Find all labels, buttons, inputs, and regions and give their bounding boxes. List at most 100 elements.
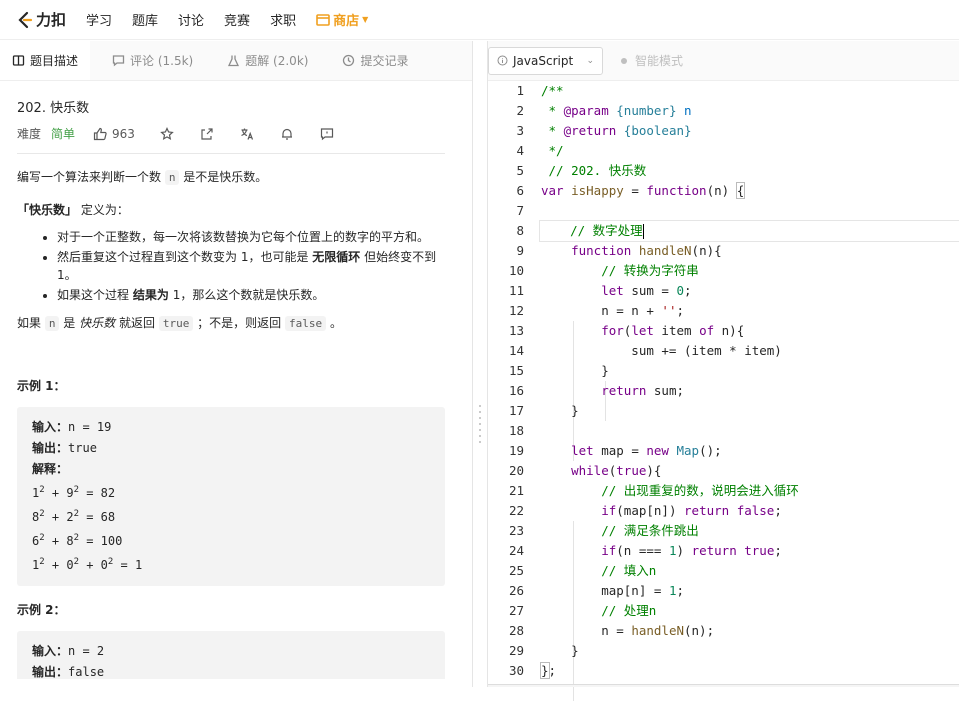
clock-icon xyxy=(343,54,355,67)
example-1-box: 输入：n = 19 输出：true 解释： 12 + 92 = 82 82 + … xyxy=(17,407,445,586)
chevron-down-icon: ▼ xyxy=(362,15,369,24)
example-output: 输出：false xyxy=(32,662,430,679)
language-label: JavaScript xyxy=(513,53,574,68)
inline-code: n xyxy=(164,170,180,185)
chevron-down-icon: ⌄ xyxy=(586,55,594,66)
nav-contest[interactable]: 竞赛 xyxy=(224,10,250,29)
leetcode-logo[interactable]: 力扣 xyxy=(16,9,68,30)
return-text: ；不是，则返回 xyxy=(197,316,282,330)
explanation-step: 12 + 92 = 82 xyxy=(32,485,116,500)
like-count: 963 xyxy=(112,126,135,141)
return-italic: 快乐数 xyxy=(79,316,116,330)
line-number: 21 xyxy=(508,483,524,498)
code-line: // 出现重复的数，说明会进入循环 xyxy=(601,483,799,498)
flask-icon xyxy=(228,55,240,67)
feedback-icon[interactable] xyxy=(320,127,334,141)
line-number: 9 xyxy=(516,243,524,258)
nav-learn[interactable]: 学习 xyxy=(86,10,112,29)
input-value: n = 2 xyxy=(68,644,105,658)
code-line: map[n] = 1; xyxy=(541,583,684,598)
code-line-current: // 数字处理 xyxy=(539,220,959,242)
nav-jobs[interactable]: 求职 xyxy=(270,10,296,29)
return-text: 就返回 xyxy=(118,316,155,330)
problem-panel: 题目描述 评论 (1.5k) 题解 (2.0k) 提交记录 202. 快乐数 难… xyxy=(0,41,473,687)
code-line: if(n === 1) return true; xyxy=(601,543,782,558)
share-icon[interactable] xyxy=(200,127,214,141)
difficulty-label: 难度 xyxy=(17,127,42,141)
nav-problems[interactable]: 题库 xyxy=(132,10,158,29)
tab-solutions-label: 题解 (2.0k) xyxy=(245,54,309,68)
tab-solutions[interactable]: 题解 (2.0k) xyxy=(215,41,320,80)
line-number: 7 xyxy=(516,203,524,218)
line-number: 24 xyxy=(508,543,524,558)
code-line: while(true){ xyxy=(571,463,662,478)
list-item: 如果这个过程 结果为 1，那么这个数就是快乐数。 xyxy=(57,286,445,304)
example-2-title: 示例 2： xyxy=(17,603,66,617)
intro-text: 编写一个算法来判断一个数 xyxy=(17,170,162,184)
rules-list: 对于一个正整数，每一次将该数替换为它每个位置上的数字的平方和。 然后重复这个过程… xyxy=(17,228,445,304)
example-output: 输出：true xyxy=(32,438,430,459)
inline-code: false xyxy=(285,316,327,331)
toggle-dot-icon xyxy=(621,57,627,64)
line-number: 23 xyxy=(508,523,524,538)
line-gutter: 1 2 3 4 5 6 7 8 9 10 11 12 13 14 15 16 17 18 19 20 21 22 23 24 2… xyxy=(488,81,528,681)
code-panel: JavaScript ⌄ 智能模式 1 2 3 4 5 6 7 8 9 10 11 12 13 14 15 1… xyxy=(487,41,959,701)
store-icon xyxy=(316,13,330,26)
line-number: 6 xyxy=(516,183,524,198)
bell-icon[interactable] xyxy=(280,127,294,141)
code-editor[interactable]: 1 2 3 4 5 6 7 8 9 10 11 12 13 14 15 16 17 18 19 20 21 22 23 24 2… xyxy=(488,81,959,701)
input-label: 输入： xyxy=(32,420,69,434)
info-icon xyxy=(497,55,508,66)
list-item: 对于一个正整数，每一次将该数替换为它每个位置上的数字的平方和。 xyxy=(57,228,445,246)
code-line: * @param {number} n xyxy=(541,103,692,118)
output-label: 输出： xyxy=(32,441,69,455)
like-button[interactable]: 963 xyxy=(93,127,135,141)
explanation-step: 12 + 02 + 02 = 1 xyxy=(32,557,143,572)
code-line: } xyxy=(541,403,579,418)
editor-toolbar: JavaScript ⌄ 智能模式 xyxy=(488,41,959,81)
tab-comments[interactable]: 评论 (1.5k) xyxy=(100,41,205,80)
definition-text: 定义为： xyxy=(80,203,129,217)
line-number: 16 xyxy=(508,383,524,398)
tab-description[interactable]: 题目描述 xyxy=(0,41,91,80)
line-number: 20 xyxy=(508,463,524,478)
translate-icon[interactable] xyxy=(240,127,254,141)
star-icon[interactable] xyxy=(160,126,174,141)
main-nav: 学习 题库 讨论 竞赛 求职 商店 ▼ xyxy=(86,10,368,29)
intro-text: 是不是快乐数。 xyxy=(183,170,268,184)
rule-text: 1，那么这个数就是快乐数。 xyxy=(172,288,325,302)
list-item: 然后重复这个过程直到这个数变为 1，也可能是 无限循环 但始终变不到 1。 xyxy=(57,248,445,284)
line-number: 29 xyxy=(508,643,524,658)
language-select[interactable]: JavaScript ⌄ xyxy=(488,46,603,75)
problem-meta: 难度 简单 963 xyxy=(17,125,445,154)
code-line: }; xyxy=(540,662,557,679)
smart-mode-toggle[interactable]: 智能模式 xyxy=(621,52,683,69)
line-number: 25 xyxy=(508,563,524,578)
panel-resize-handle[interactable] xyxy=(478,405,482,450)
explanation-step: 62 + 82 = 100 xyxy=(32,533,123,548)
line-number: 14 xyxy=(508,343,524,358)
code-content[interactable]: /** * @param {number} n * @return {boole… xyxy=(539,81,959,681)
comment-icon xyxy=(112,55,125,67)
inline-code: n xyxy=(44,316,60,331)
tab-description-label: 题目描述 xyxy=(30,54,79,68)
return-description: 如果 n 是 快乐数 就返回 true ；不是，则返回 false 。 xyxy=(17,313,445,334)
code-line: var isHappy = function(n) { xyxy=(541,182,746,199)
nav-store[interactable]: 商店 ▼ xyxy=(316,10,368,29)
line-number: 2 xyxy=(516,103,524,118)
return-text: 。 xyxy=(329,316,342,330)
line-number: 12 xyxy=(508,303,524,318)
nav-discuss[interactable]: 讨论 xyxy=(178,10,204,29)
example-input: 输入：n = 2 xyxy=(32,641,430,662)
line-number: 4 xyxy=(516,143,524,158)
leetcode-logo-icon xyxy=(18,11,33,28)
line-number: 1 xyxy=(516,83,524,98)
code-line: n = n + ''; xyxy=(541,303,685,318)
logo-text: 力扣 xyxy=(36,11,67,29)
line-number: 10 xyxy=(508,263,524,278)
tab-submissions[interactable]: 提交记录 xyxy=(330,41,420,80)
code-line: // 满足条件跳出 xyxy=(601,523,699,538)
tab-comments-label: 评论 (1.5k) xyxy=(130,54,194,68)
